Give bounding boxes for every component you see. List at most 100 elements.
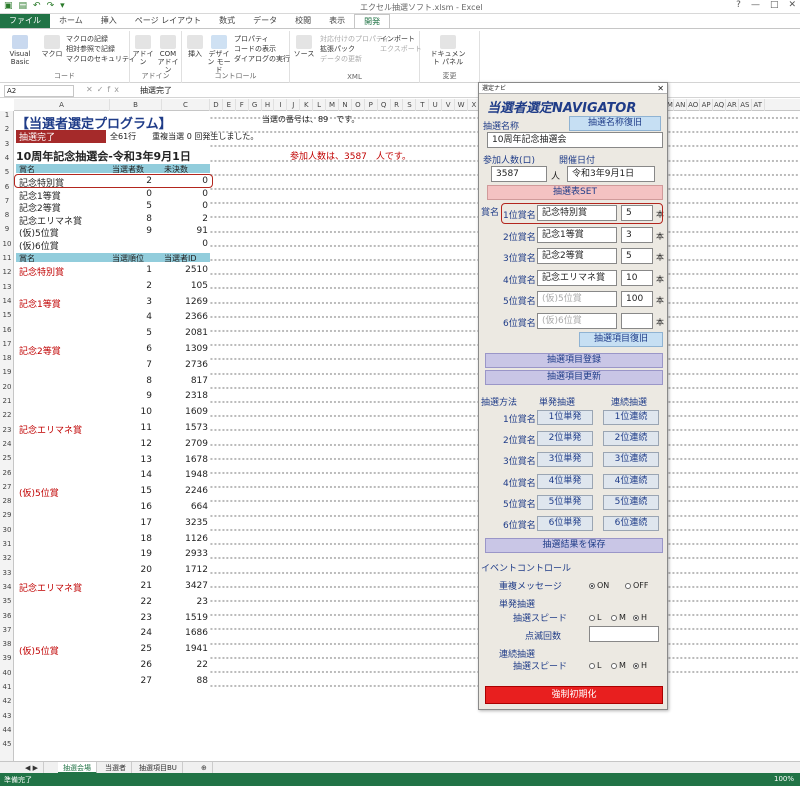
- blink-count-input[interactable]: [589, 626, 659, 642]
- continuous-draw-button[interactable]: 2位連続: [603, 431, 659, 447]
- row-header[interactable]: 16: [0, 326, 14, 334]
- save-results-button[interactable]: 抽選結果を保存: [485, 538, 663, 553]
- row-header[interactable]: 1: [0, 111, 14, 119]
- minimize-button[interactable]: —: [751, 0, 760, 10]
- single-speed-l-radio[interactable]: L: [589, 613, 601, 622]
- column-header[interactable]: J: [287, 99, 301, 111]
- single-draw-button[interactable]: 3位単発: [537, 452, 593, 468]
- continuous-draw-button[interactable]: 4位連続: [603, 473, 659, 489]
- row-header[interactable]: 10: [0, 240, 14, 248]
- row-header[interactable]: 24: [0, 440, 14, 448]
- column-header[interactable]: L: [313, 99, 327, 111]
- prize-count-input[interactable]: 5: [621, 248, 653, 264]
- row-header[interactable]: 31: [0, 540, 14, 548]
- row-header[interactable]: 14: [0, 297, 14, 305]
- row-header[interactable]: 27: [0, 483, 14, 491]
- row-header[interactable]: 36: [0, 612, 14, 620]
- formula-buttons[interactable]: ✕✓fx: [86, 85, 123, 94]
- row-header[interactable]: 34: [0, 583, 14, 591]
- prize-count-input[interactable]: 10: [621, 269, 653, 286]
- row-header[interactable]: 15: [0, 311, 14, 319]
- cont-speed-m-radio[interactable]: M: [611, 661, 626, 670]
- column-header[interactable]: H: [262, 99, 275, 111]
- prize-name-input[interactable]: 記念2等賞: [537, 248, 617, 264]
- row-header[interactable]: 9: [0, 225, 14, 233]
- prize-name-input[interactable]: 記念1等賞: [537, 226, 617, 243]
- design-mode-button[interactable]: デザイン モード: [206, 35, 232, 74]
- addins-button[interactable]: アドイン: [132, 35, 154, 66]
- column-header[interactable]: AN: [674, 99, 688, 111]
- worksheet-grid[interactable]: ▪ ▪ ▪ ▪ ▪ ▪ ▪ ▪ ▪ ▪ ▪ ▪ ▪ ▪ ▪ ▪ ▪ ▪ ▪ ▪ …: [14, 111, 800, 761]
- qat-dropdown-icon[interactable]: ▾: [60, 1, 65, 11]
- single-draw-button[interactable]: 2位単発: [537, 431, 593, 447]
- continuous-draw-button[interactable]: 3位連続: [603, 452, 659, 468]
- row-header[interactable]: 3: [0, 140, 14, 148]
- dialog-close-icon[interactable]: ✕: [657, 83, 664, 94]
- single-draw-button[interactable]: 4位単発: [537, 473, 593, 489]
- column-header[interactable]: Q: [378, 99, 391, 111]
- tab-developer[interactable]: 開発: [354, 14, 391, 28]
- maximize-button[interactable]: □: [770, 0, 779, 10]
- column-header[interactable]: A: [14, 99, 110, 111]
- row-header[interactable]: 42: [0, 697, 14, 705]
- doc-panel-button[interactable]: ドキュメント パネル: [428, 35, 468, 66]
- column-header[interactable]: V: [442, 99, 456, 111]
- macro-button[interactable]: マクロ: [40, 35, 64, 58]
- macro-security-button[interactable]: マクロのセキュリティ: [66, 54, 136, 64]
- name-box[interactable]: A2: [4, 85, 74, 97]
- close-button[interactable]: ✕: [788, 0, 796, 10]
- column-header[interactable]: O: [352, 99, 365, 111]
- tab-view[interactable]: 表示: [320, 14, 354, 28]
- relative-ref-button[interactable]: 相対参照で記録: [66, 44, 115, 54]
- visual-basic-button[interactable]: Visual Basic: [2, 35, 38, 66]
- export-button[interactable]: エクスポート: [380, 44, 422, 54]
- help-button[interactable]: ?: [736, 0, 741, 10]
- row-header[interactable]: 32: [0, 554, 14, 562]
- register-items-button[interactable]: 抽選項目登録: [485, 353, 663, 368]
- prize-name-input[interactable]: 記念エリマネ賞: [537, 269, 617, 286]
- prize-name-input[interactable]: (仮)6位賞: [537, 312, 617, 329]
- single-speed-m-radio[interactable]: M: [611, 613, 626, 622]
- tab-page-layout[interactable]: ページ レイアウト: [126, 14, 210, 28]
- row-header[interactable]: 29: [0, 511, 14, 519]
- restore-items-button[interactable]: 抽選項目復旧: [579, 332, 663, 347]
- dup-on-radio[interactable]: ON: [589, 581, 609, 590]
- record-macro-button[interactable]: マクロの記録: [66, 34, 108, 44]
- column-header[interactable]: N: [339, 99, 352, 111]
- row-header[interactable]: 17: [0, 340, 14, 348]
- row-header[interactable]: 33: [0, 569, 14, 577]
- participants-input[interactable]: 3587: [491, 166, 547, 182]
- event-name-input[interactable]: 10周年記念抽選会: [487, 132, 663, 148]
- row-header[interactable]: 41: [0, 683, 14, 691]
- tab-file[interactable]: ファイル: [0, 14, 50, 28]
- row-header[interactable]: 13: [0, 283, 14, 291]
- com-addins-button[interactable]: COM アドイン: [156, 35, 180, 74]
- tab-data[interactable]: データ: [244, 14, 286, 28]
- row-header[interactable]: 44: [0, 726, 14, 734]
- column-header[interactable]: B: [110, 99, 162, 111]
- source-button[interactable]: ソース: [292, 35, 316, 58]
- column-header[interactable]: K: [300, 99, 314, 111]
- cont-speed-l-radio[interactable]: L: [589, 661, 601, 670]
- row-header[interactable]: 2: [0, 125, 14, 133]
- row-header[interactable]: 23: [0, 426, 14, 434]
- expansion-pack-button[interactable]: 拡張パック: [320, 44, 355, 54]
- row-header[interactable]: 28: [0, 497, 14, 505]
- row-header[interactable]: 6: [0, 183, 14, 191]
- refresh-data-button[interactable]: データの更新: [320, 54, 362, 64]
- view-code-button[interactable]: コードの表示: [234, 44, 276, 54]
- continuous-draw-button[interactable]: 1位連続: [603, 410, 659, 425]
- status-cell[interactable]: 抽選完了: [16, 130, 106, 143]
- column-header[interactable]: AP: [700, 99, 714, 111]
- row-header[interactable]: 19: [0, 368, 14, 376]
- import-button[interactable]: インポート: [380, 34, 415, 44]
- set-table-button[interactable]: 抽選表SET: [487, 185, 663, 200]
- column-header[interactable]: W: [455, 99, 468, 111]
- column-header[interactable]: S: [404, 99, 417, 111]
- prize-count-input[interactable]: 100: [621, 291, 653, 307]
- row-header[interactable]: 25: [0, 454, 14, 462]
- row-header[interactable]: 37: [0, 626, 14, 634]
- undo-icon[interactable]: ↶: [33, 1, 41, 11]
- column-header[interactable]: R: [391, 99, 404, 111]
- column-header[interactable]: AS: [739, 99, 752, 111]
